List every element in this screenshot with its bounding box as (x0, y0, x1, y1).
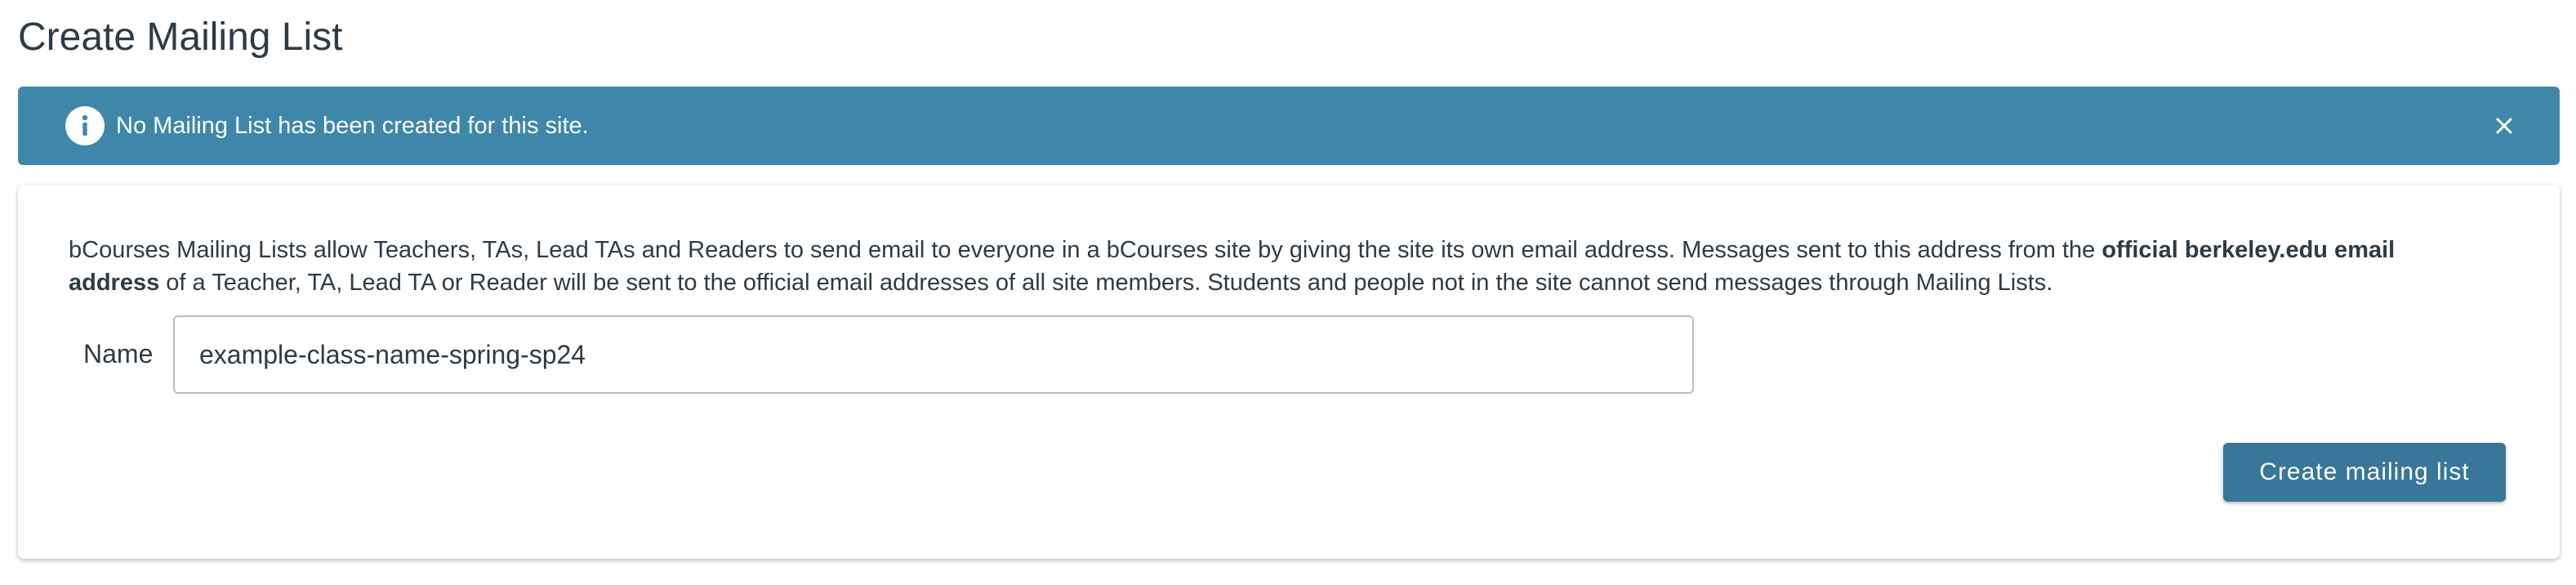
create-mailing-list-button[interactable]: Create mailing list (2223, 443, 2506, 502)
mailing-list-form-card: bCourses Mailing Lists allow Teachers, T… (18, 185, 2560, 559)
info-alert: No Mailing List has been created for thi… (18, 87, 2560, 165)
description-text-continued: of a Teacher, TA, Lead TA or Reader will… (159, 270, 2053, 296)
close-icon[interactable] (2489, 111, 2519, 141)
mailing-list-description: bCourses Mailing Lists allow Teachers, T… (69, 234, 2462, 299)
info-icon (65, 106, 105, 145)
description-text: bCourses Mailing Lists allow Teachers, T… (69, 237, 2102, 263)
name-label: Name (83, 339, 154, 368)
page-title: Create Mailing List (18, 16, 343, 59)
alert-message: No Mailing List has been created for thi… (116, 113, 589, 139)
mailing-list-name-input[interactable] (173, 315, 1694, 394)
